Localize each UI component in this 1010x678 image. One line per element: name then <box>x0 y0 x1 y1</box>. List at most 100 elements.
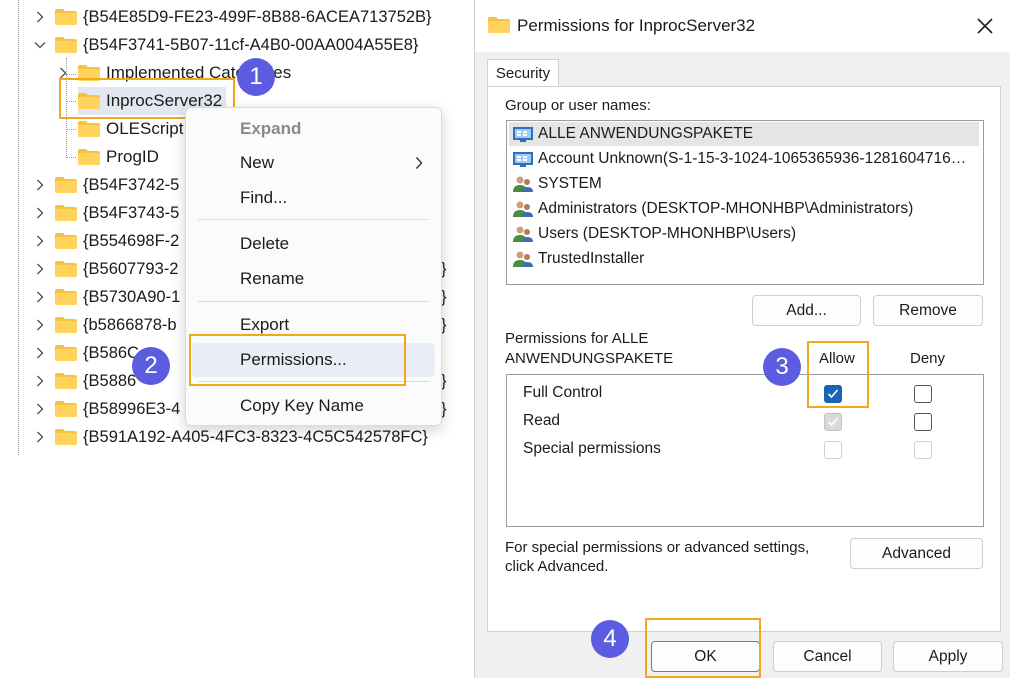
deny-full-control-checkbox[interactable] <box>914 385 932 403</box>
tree-item-expanded[interactable]: {B54F3741-5B07-11cf-A4B0-00AA004A55E8} <box>33 31 418 59</box>
user-row[interactable]: Account Unknown(S-1-15-3-1024-1065365936… <box>509 147 979 171</box>
permissions-for-label-line2: ANWENDUNGSPAKETE <box>505 350 674 367</box>
permission-full-control: Full Control <box>523 384 603 401</box>
tree-guide-line <box>18 0 19 455</box>
tree-item[interactable]: {B554698F-2 <box>33 227 179 255</box>
user-row[interactable]: Users (DESKTOP-MHONHBP\Users) <box>509 222 979 246</box>
permission-read: Read <box>523 412 561 429</box>
allow-special-checkbox[interactable] <box>824 441 842 459</box>
tree-child-olescript[interactable]: OLEScript <box>78 115 183 143</box>
deny-read-checkbox[interactable] <box>914 413 932 431</box>
tree-item-label: OLEScript <box>106 119 184 138</box>
title-bar: Permissions for InprocServer32 <box>475 0 1010 52</box>
menu-item-find[interactable]: Find... <box>186 181 441 215</box>
tree-item-label: {B58996E3-4 <box>83 399 181 418</box>
chevron-down-icon[interactable] <box>33 38 47 52</box>
tree-item[interactable]: {b5866878-b <box>33 311 177 339</box>
folder-icon <box>55 205 77 221</box>
folder-icon <box>55 37 77 53</box>
chevron-right-icon[interactable] <box>33 178 47 192</box>
tree-item-label: {B5730A90-1 <box>83 287 181 306</box>
user-name: Administrators (DESKTOP-MHONHBP\Administ… <box>538 200 914 217</box>
user-row[interactable]: ALLE ANWENDUNGSPAKETE <box>509 122 979 146</box>
tree-item[interactable]: {B54F3742-5 <box>33 171 179 199</box>
user-group-icon <box>513 226 533 242</box>
tree-item-label: {b5866878-b <box>83 315 177 334</box>
dialog-title: Permissions for InprocServer32 <box>517 16 756 35</box>
menu-item-rename[interactable]: Rename <box>186 262 441 296</box>
chevron-right-icon[interactable] <box>33 262 47 276</box>
chevron-right-icon[interactable] <box>33 10 47 24</box>
folder-icon <box>55 373 77 389</box>
user-group-icon <box>513 176 533 192</box>
chevron-right-icon[interactable] <box>33 402 47 416</box>
folder-icon <box>55 401 77 417</box>
user-name: SYSTEM <box>538 175 602 192</box>
cancel-button[interactable]: Cancel <box>773 641 882 672</box>
tree-item[interactable]: {B54F3743-5 <box>33 199 179 227</box>
permissions-for-label-line1: Permissions for ALLE <box>505 330 649 347</box>
chevron-right-icon[interactable] <box>33 318 47 332</box>
allow-read-checkbox[interactable] <box>824 413 842 431</box>
tree-item[interactable]: {B5730A90-1 <box>33 283 180 311</box>
deny-special-checkbox[interactable] <box>914 441 932 459</box>
tree-guide-line <box>66 129 76 130</box>
step-badge-3: 3 <box>763 348 801 386</box>
check-icon <box>827 417 839 427</box>
chevron-right-icon[interactable] <box>33 374 47 388</box>
user-row[interactable]: Administrators (DESKTOP-MHONHBP\Administ… <box>509 197 979 221</box>
tree-item[interactable]: {B58996E3-4 <box>33 395 180 423</box>
highlight-box-3 <box>807 341 869 408</box>
folder-icon <box>55 261 77 277</box>
app-package-icon <box>513 152 533 167</box>
tree-item[interactable]: {B5607793-2 <box>33 255 178 283</box>
menu-separator <box>198 219 429 220</box>
close-icon[interactable] <box>971 12 999 40</box>
menu-item-expand[interactable]: Expand <box>186 112 441 146</box>
tree-item-label: {B591A192-A405-4FC3-8323-4C5C542578FC} <box>83 427 428 446</box>
user-group-icon <box>513 251 533 267</box>
menu-item-label: New <box>240 153 275 172</box>
remove-button[interactable]: Remove <box>873 295 983 326</box>
tree-item-label: {B54F3741-5B07-11cf-A4B0-00AA004A55E8} <box>83 35 419 54</box>
user-name: ALLE ANWENDUNGSPAKETE <box>538 125 754 142</box>
menu-item-delete[interactable]: Delete <box>186 227 441 261</box>
user-name: Users (DESKTOP-MHONHBP\Users) <box>538 225 797 242</box>
chevron-right-icon[interactable] <box>33 346 47 360</box>
chevron-right-icon[interactable] <box>33 234 47 248</box>
tree-item[interactable]: {B591A192-A405-4FC3-8323-4C5C542578FC} <box>33 423 428 451</box>
tree-item-label: {B54F3742-5 <box>83 175 180 194</box>
folder-icon <box>55 289 77 305</box>
chevron-right-icon[interactable] <box>33 206 47 220</box>
chevron-right-icon[interactable] <box>33 290 47 304</box>
menu-item-label: Expand <box>240 119 302 138</box>
deny-header: Deny <box>910 350 946 367</box>
advanced-button[interactable]: Advanced <box>850 538 983 569</box>
user-name: Account Unknown(S-1-15-3-1024-1065365936… <box>538 150 967 167</box>
user-list: ALLE ANWENDUNGSPAKETE Account Unknown(S-… <box>506 120 984 285</box>
menu-item-new[interactable]: New <box>186 146 441 180</box>
user-group-icon <box>513 201 533 217</box>
special-permissions-text-line2: click Advanced. <box>505 558 609 575</box>
menu-item-label: Find... <box>240 188 288 207</box>
tab-security[interactable]: Security <box>487 59 559 87</box>
tree-item[interactable]: {B586C <box>33 339 139 367</box>
tree-child-progid[interactable]: ProgID <box>78 143 159 171</box>
group-label: Group or user names: <box>505 97 651 114</box>
tree-item-label: ProgID <box>106 147 159 166</box>
security-panel: Group or user names: ALLE ANWENDUNGSPAKE… <box>487 86 1001 632</box>
special-permissions-text-line1: For special permissions or advanced sett… <box>505 539 810 556</box>
tree-item[interactable]: {B5886 <box>33 367 136 395</box>
chevron-right-icon[interactable] <box>33 430 47 444</box>
user-row[interactable]: TrustedInstaller <box>509 247 979 271</box>
apply-button[interactable]: Apply <box>893 641 1003 672</box>
add-button[interactable]: Add... <box>752 295 861 326</box>
folder-icon <box>55 345 77 361</box>
chevron-right-icon <box>415 155 423 175</box>
user-row[interactable]: SYSTEM <box>509 172 979 196</box>
menu-item-label: Export <box>240 315 290 334</box>
menu-item-copy-key-name[interactable]: Copy Key Name <box>186 389 441 423</box>
menu-separator <box>198 301 429 302</box>
tree-item[interactable]: {B54E85D9-FE23-499F-8B88-6ACEA713752B} <box>33 3 432 31</box>
highlight-box-4 <box>645 618 761 678</box>
